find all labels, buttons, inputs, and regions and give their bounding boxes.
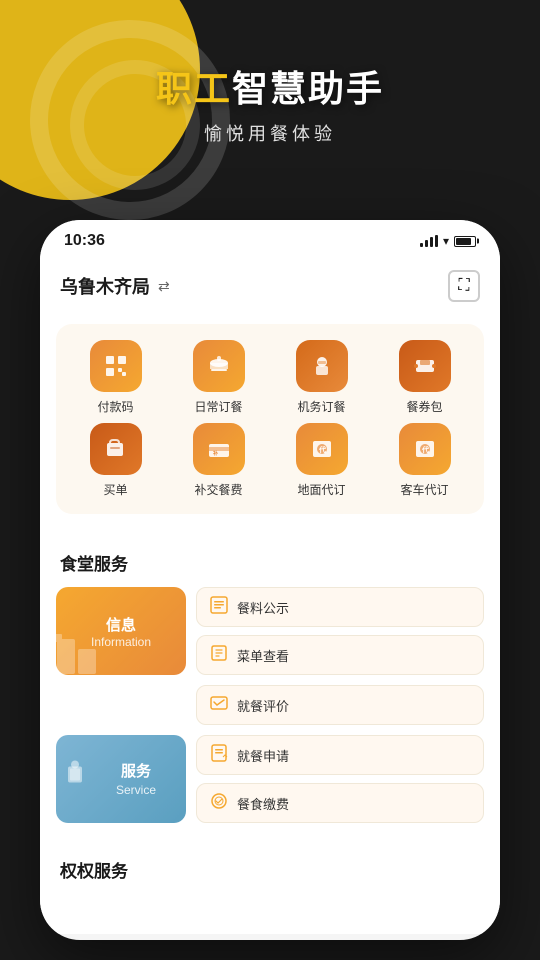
signal-icon [420, 235, 438, 247]
grid-item-bus[interactable]: 代 客车代订 [380, 423, 470, 498]
grid-item-repay[interactable]: 补 补交餐费 [174, 423, 264, 498]
app-header: 乌鲁木齐局 ⇄ ⛶ [40, 258, 500, 314]
canteen-section-title: 食堂服务 [60, 555, 128, 574]
ground-label: 地面代订 [297, 481, 345, 498]
hero-title-part2: 智慧助手 [232, 68, 384, 109]
bus-icon-wrap: 代 [399, 423, 451, 475]
grid-item-pay[interactable]: 付款码 [71, 340, 161, 415]
svg-text:代: 代 [318, 445, 326, 454]
hero-title: 职工智慧助手 [30, 60, 510, 112]
menu-display-label: 餐料公示 [237, 598, 289, 617]
building-deco [56, 624, 112, 674]
daily-label: 日常订餐 [194, 398, 242, 415]
buy-label: 买单 [103, 481, 127, 498]
menu-view-label: 菜单查看 [237, 646, 289, 665]
service-card[interactable]: 服务 Service [56, 735, 186, 823]
canteen-row-2: 就餐评价 [196, 685, 484, 725]
svg-text:代: 代 [421, 445, 429, 454]
bus-label: 客车代订 [400, 481, 448, 498]
menu-view-icon [209, 643, 229, 668]
status-icons: ▾ [420, 234, 476, 248]
hero-section: 职工智慧助手 愉悦用餐体验 [0, 0, 540, 176]
grid-item-buy[interactable]: 买单 [71, 423, 161, 498]
canteen-buttons-col-1: 餐料公示 菜单查看 [196, 587, 484, 675]
menu-display-button[interactable]: 餐料公示 [196, 587, 484, 627]
phone-mockup: 10:36 ▾ 乌鲁木齐局 ⇄ ⛶ [40, 220, 500, 940]
coupon-label: 餐券包 [406, 398, 442, 415]
coupon-icon [411, 352, 439, 380]
flight-label: 机务订餐 [297, 398, 345, 415]
repay-icon: 补 [205, 435, 233, 463]
header-dropdown-icon[interactable]: ⇄ [158, 278, 170, 295]
repay-icon-wrap: 补 [193, 423, 245, 475]
hero-subtitle: 愉悦用餐体验 [30, 120, 510, 146]
grid-item-daily[interactable]: 日常订餐 [174, 340, 264, 415]
buy-icon-wrap [90, 423, 142, 475]
bus-icon: 代 [411, 435, 439, 463]
daily-icon-wrap [193, 340, 245, 392]
meal-review-button[interactable]: 就餐评价 [196, 685, 484, 725]
ground-icon-wrap: 代 [296, 423, 348, 475]
app-header-left: 乌鲁木齐局 ⇄ [60, 273, 170, 299]
pay-icon [102, 352, 130, 380]
scan-icon: ⛶ [458, 277, 469, 295]
meal-pay-label: 餐食缴费 [237, 794, 289, 813]
grid-container: 付款码 日常订餐 [56, 324, 484, 514]
battery-icon [454, 236, 476, 247]
service-card-title: 服务 [121, 763, 151, 780]
bottom-section-title: 权权服务 [60, 862, 128, 881]
meal-apply-icon [209, 743, 229, 768]
meal-pay-icon [209, 791, 229, 816]
scan-button[interactable]: ⛶ [448, 270, 480, 302]
repay-label: 补交餐费 [194, 481, 242, 498]
service-card-subtitle: Service [116, 783, 156, 797]
canteen-info-card[interactable]: 信息 Information [56, 587, 186, 675]
buy-icon [102, 435, 130, 463]
app-header-title: 乌鲁木齐局 [60, 273, 150, 299]
app-content[interactable]: 乌鲁木齐局 ⇄ ⛶ [40, 258, 500, 934]
meal-pay-button[interactable]: 餐食缴费 [196, 783, 484, 823]
quick-access-grid: 付款码 日常订餐 [40, 314, 500, 534]
meal-review-icon [209, 693, 229, 718]
coupon-icon-wrap [399, 340, 451, 392]
grid-item-ground[interactable]: 代 地面代订 [277, 423, 367, 498]
meal-review-label: 就餐评价 [237, 696, 289, 715]
canteen-row-1: 信息 Information 餐料公示 [56, 587, 484, 675]
menu-view-button[interactable]: 菜单查看 [196, 635, 484, 675]
pay-icon-wrap [90, 340, 142, 392]
status-bar: 10:36 ▾ [40, 220, 500, 258]
ground-icon: 代 [308, 435, 336, 463]
flight-icon [308, 352, 336, 380]
service-icon [64, 757, 104, 797]
svg-text:补: 补 [212, 450, 218, 457]
canteen-row-3: 服务 Service 就 [56, 735, 484, 823]
meal-apply-label: 就餐申请 [237, 746, 289, 765]
grid-item-flight[interactable]: 机务订餐 [277, 340, 367, 415]
canteen-section-title-area: 食堂服务 [40, 534, 500, 587]
canteen-buttons-col-3: 就餐申请 餐食缴费 [196, 735, 484, 823]
flight-icon-wrap [296, 340, 348, 392]
menu-display-icon [209, 595, 229, 620]
meal-apply-button[interactable]: 就餐申请 [196, 735, 484, 775]
pay-label: 付款码 [97, 398, 133, 415]
status-time: 10:36 [64, 232, 105, 250]
grid-row-1: 付款码 日常订餐 [64, 340, 476, 415]
daily-icon [205, 352, 233, 380]
bottom-section-title-area: 权权服务 [40, 849, 500, 886]
grid-row-2: 买单 补 补交餐费 [64, 423, 476, 498]
hero-title-part1: 职工 [156, 68, 232, 109]
grid-item-coupon[interactable]: 餐券包 [380, 340, 470, 415]
wifi-icon: ▾ [443, 234, 449, 248]
canteen-service-section: 信息 Information 餐料公示 [40, 587, 500, 849]
